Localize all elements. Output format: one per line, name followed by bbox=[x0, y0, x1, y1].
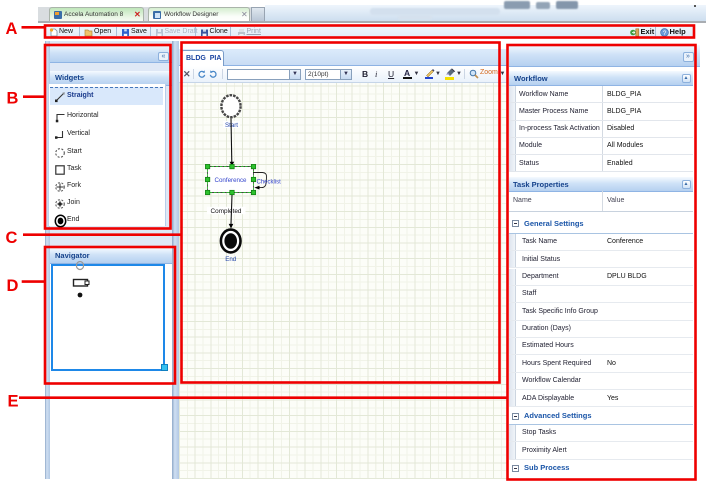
svg-text:A: A bbox=[6, 20, 18, 38]
svg-text:E: E bbox=[8, 393, 19, 411]
svg-text:D: D bbox=[7, 277, 19, 295]
svg-text:C: C bbox=[6, 229, 18, 247]
svg-text:B: B bbox=[7, 90, 19, 108]
